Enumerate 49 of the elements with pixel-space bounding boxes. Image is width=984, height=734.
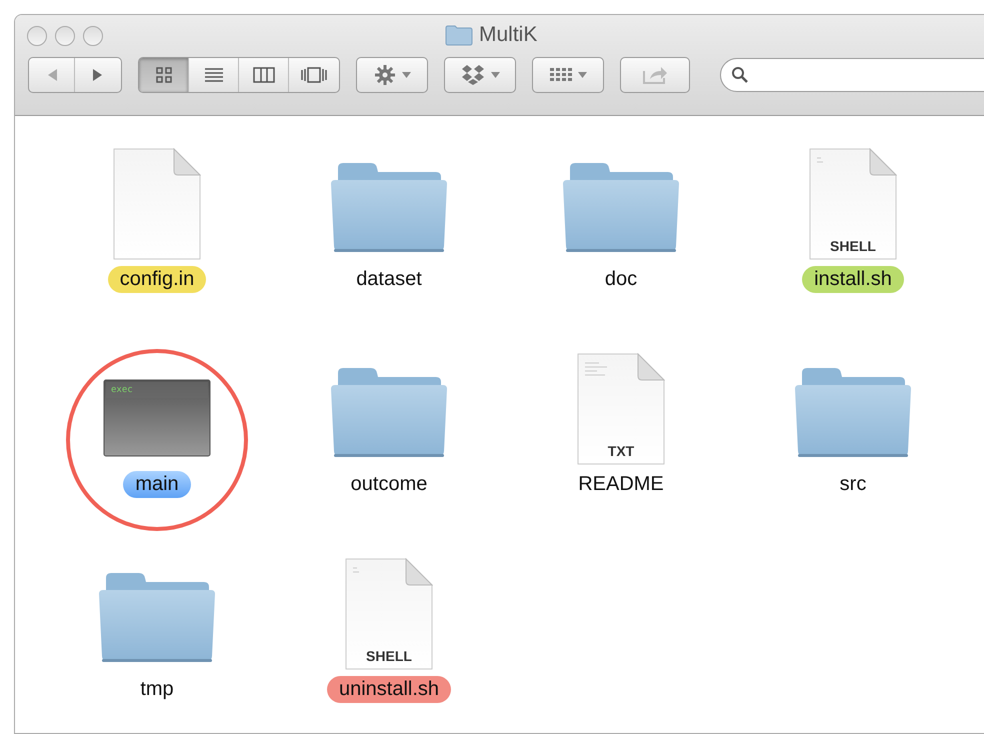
icon-view-icon xyxy=(154,66,172,84)
document-icon[interactable] xyxy=(345,558,433,670)
file-name[interactable]: uninstall.sh xyxy=(326,676,452,703)
share-icon xyxy=(642,65,668,85)
minimize-button[interactable] xyxy=(55,26,75,46)
file-name[interactable]: outcome xyxy=(338,471,440,498)
file-name[interactable]: README xyxy=(566,471,676,498)
search-field[interactable] xyxy=(720,58,984,92)
view-mode-control[interactable] xyxy=(138,57,340,93)
arrange-menu-button[interactable] xyxy=(532,57,604,93)
file-name[interactable]: main xyxy=(123,471,191,498)
navigation-control[interactable] xyxy=(28,57,122,93)
zoom-button[interactable] xyxy=(83,26,103,46)
cover-flow-icon xyxy=(301,67,327,83)
folder-icon[interactable] xyxy=(98,572,216,664)
folder-icon[interactable] xyxy=(330,367,448,459)
folder-icon[interactable] xyxy=(562,162,680,254)
list-view-icon xyxy=(204,67,224,83)
gear-icon xyxy=(374,64,396,86)
close-button[interactable] xyxy=(27,26,47,46)
back-icon xyxy=(46,68,58,82)
file-name[interactable]: doc xyxy=(592,266,650,293)
column-view-icon xyxy=(252,67,274,83)
share-button[interactable] xyxy=(620,57,690,93)
folder-icon[interactable] xyxy=(330,162,448,254)
folder-icon xyxy=(445,24,473,46)
open-box-icon xyxy=(460,64,484,86)
forward-icon xyxy=(92,68,104,82)
file-name[interactable]: install.sh xyxy=(802,266,904,293)
file-name[interactable]: src xyxy=(828,471,878,498)
file-type-label: SHELL xyxy=(829,238,877,254)
document-icon[interactable] xyxy=(577,353,665,465)
file-name[interactable]: config.in xyxy=(108,266,206,293)
file-name[interactable]: dataset xyxy=(344,266,434,293)
dropbox-menu-button[interactable] xyxy=(444,57,516,93)
icon-caption: exec xyxy=(111,385,133,395)
file-name[interactable]: tmp xyxy=(128,676,186,703)
view-mode-button[interactable] xyxy=(139,58,189,92)
file-type-label: SHELL xyxy=(365,648,413,664)
search-icon xyxy=(731,66,749,84)
action-menu-button[interactable] xyxy=(356,57,428,93)
caret-icon xyxy=(490,72,500,78)
document-icon[interactable] xyxy=(809,148,897,260)
grid-icon xyxy=(550,67,572,83)
window-title: MultiK xyxy=(479,23,538,47)
caret-icon xyxy=(578,72,586,78)
caret-icon xyxy=(402,72,410,78)
file-type-label: TXT xyxy=(606,443,636,459)
folder-icon[interactable] xyxy=(794,367,912,459)
